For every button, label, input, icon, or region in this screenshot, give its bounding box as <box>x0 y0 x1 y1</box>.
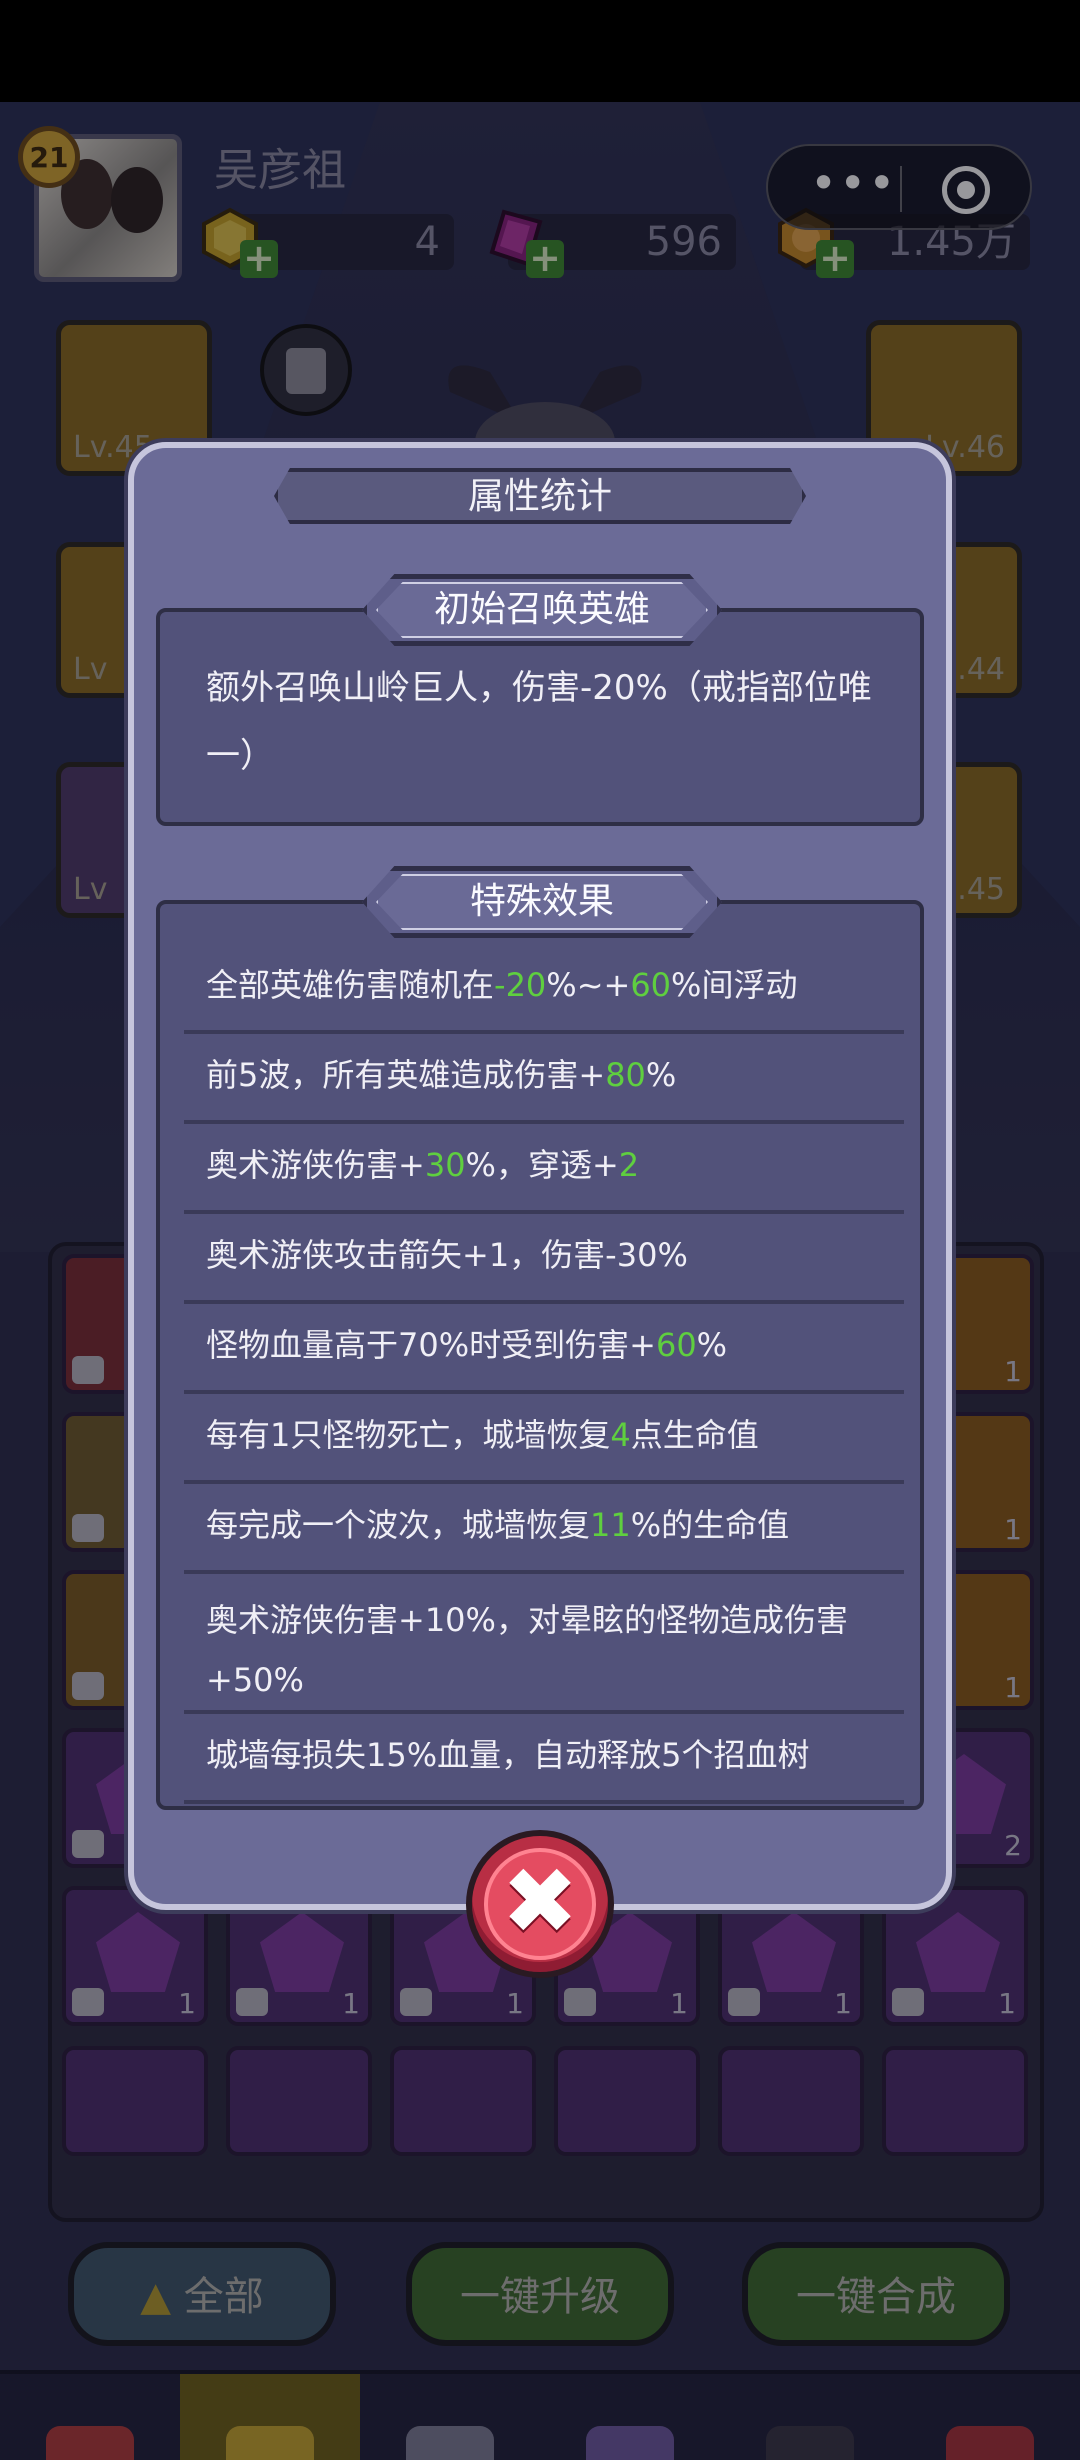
close-icon: ✖ <box>501 1848 579 1955</box>
special-effects-section[interactable]: 全部英雄伤害随机在-20%~+60%间浮动 前5波，所有英雄造成伤害+80% 奥术游… <box>156 900 924 1810</box>
effect-text-segment: 前5波，所有英雄造成伤害+ <box>206 1056 606 1094</box>
effect-text-segment: %~+ <box>546 966 631 1004</box>
effect-row: 每完成一个波次，城墙恢复11%的生命值 <box>184 1480 904 1574</box>
effect-text: 前5波，所有英雄造成伤害+80% <box>206 1050 894 1100</box>
effect-text: 每有1只怪物死亡，城墙恢复4点生命值 <box>206 1410 894 1460</box>
effect-value-highlight: 11 <box>590 1506 631 1544</box>
effect-text-segment: 怪物血量高于70%时受到伤害+ <box>206 1326 656 1364</box>
effect-text-segment: 奥术游侠攻击箭矢+1，伤害-30% <box>206 1236 688 1274</box>
effect-text-segment: % <box>696 1326 728 1364</box>
effect-value-highlight: 4 <box>610 1416 631 1454</box>
close-button[interactable]: ✖ <box>466 1830 614 1978</box>
effect-value-highlight: 2 <box>618 1146 640 1184</box>
effect-text-segment: 点生命值 <box>630 1416 759 1454</box>
effect-text: 奥术游侠伤害+10%，对晕眩的怪物造成伤害+50% <box>206 1590 894 1710</box>
effect-text: 城墙每损失15%血量，自动释放5个招血树 <box>206 1730 894 1780</box>
effect-text: 每完成一个波次，城墙恢复11%的生命值 <box>206 1500 894 1550</box>
effect-text-segment: 每有1只怪物死亡，城墙恢复 <box>206 1416 611 1454</box>
effect-row: 奥术游侠伤害+10%，对晕眩的怪物造成伤害+50% <box>184 1570 904 1714</box>
effect-value-highlight: 60 <box>655 1326 697 1364</box>
effect-text-segment: 奥术游侠伤害+ <box>206 1146 425 1184</box>
effect-row: 奥术游侠伤害+30%，穿透+2 <box>184 1120 904 1214</box>
effect-text-segment: 每完成一个波次，城墙恢复 <box>206 1506 591 1544</box>
effect-value-highlight: 30 <box>424 1146 466 1184</box>
effect-row: 奥术游侠攻击箭矢+1，伤害-30% <box>184 1210 904 1304</box>
effect-text-segment: %间浮动 <box>671 966 798 1004</box>
effect-text-segment: %的生命值 <box>630 1506 790 1544</box>
effect-row: 城墙每损失15%血量，自动释放5个招血树 <box>184 1710 904 1804</box>
effect-text: 怪物血量高于70%时受到伤害+60% <box>206 1320 894 1370</box>
effect-row: 怪物血量高于70%时受到伤害+60% <box>184 1300 904 1394</box>
effect-text-segment: 城墙每损失15%血量，自动释放5个招血树 <box>206 1736 810 1774</box>
effect-value-highlight: -20 <box>494 966 547 1004</box>
effect-value-highlight: 60 <box>630 966 672 1004</box>
effect-value-highlight: 80 <box>605 1056 646 1094</box>
effect-text: 奥术游侠攻击箭矢+1，伤害-30% <box>206 1230 894 1280</box>
effect-text-segment: 全部英雄伤害随机在 <box>206 966 495 1004</box>
effect-row: 每有1只怪物死亡，城墙恢复4点生命值 <box>184 1390 904 1484</box>
effect-text-segment: 奥术游侠伤害+10%，对晕眩的怪物造成伤害+50% <box>206 1601 848 1699</box>
special-effects-header: 特殊效果 <box>376 874 708 930</box>
initial-summon-header: 初始召唤英雄 <box>376 582 708 638</box>
effect-text: 全部英雄伤害随机在-20%~+60%间浮动 <box>206 960 894 1010</box>
attribute-stats-dialog: 属性统计 额外召唤山岭巨人，伤害-20%（戒指部位唯一） 初始召唤英雄 全部英雄… <box>128 442 952 1910</box>
dialog-title: 属性统计 <box>467 476 612 517</box>
initial-summon-text: 额外召唤山岭巨人，伤害-20%（戒指部位唯一） <box>206 668 872 776</box>
effect-text-segment: %，穿透+ <box>465 1146 619 1184</box>
status-bar <box>0 0 1080 102</box>
effect-row: 全部英雄伤害随机在-20%~+60%间浮动 <box>184 940 904 1034</box>
effect-text-segment: % <box>645 1056 677 1094</box>
effect-row: 前5波，所有英雄造成伤害+80% <box>184 1030 904 1124</box>
effect-text: 奥术游侠伤害+30%，穿透+2 <box>206 1140 894 1190</box>
